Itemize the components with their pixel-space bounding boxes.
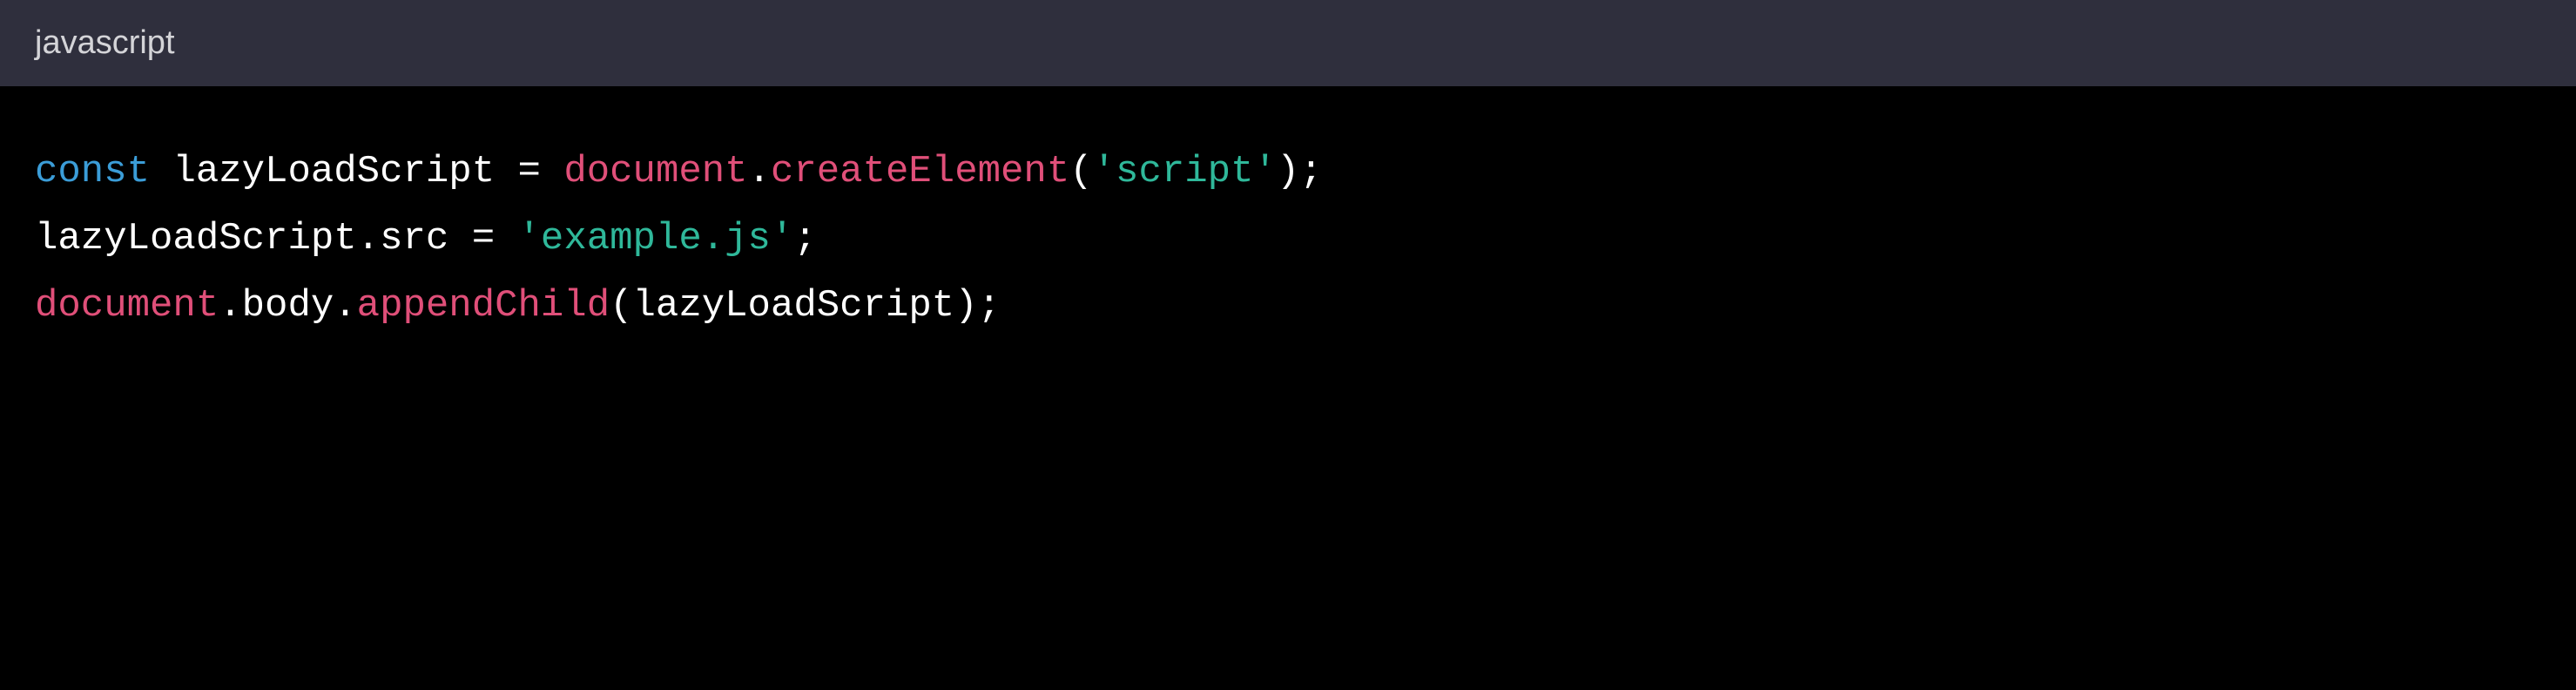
variable-arg: lazyLoadScript — [633, 284, 955, 328]
method-createElement: createElement — [771, 150, 1069, 193]
variable-name: lazyLoadScript — [172, 150, 495, 193]
code-content[interactable]: const lazyLoadScript = document.createEl… — [0, 86, 2576, 690]
keyword-const: const — [35, 150, 150, 193]
language-label: javascript — [35, 24, 175, 62]
paren-close: ) — [954, 284, 977, 328]
semicolon: ; — [1299, 150, 1322, 193]
code-line-2: lazyLoadScript.src = 'example.js'; — [35, 206, 2541, 273]
operator-equals: = — [472, 217, 495, 260]
paren-close: ) — [1277, 150, 1299, 193]
string-script: 'script' — [1093, 150, 1277, 193]
property-src: src — [380, 217, 448, 260]
object-document: document — [35, 284, 219, 328]
dot: . — [748, 150, 771, 193]
operator-equals: = — [518, 150, 541, 193]
string-example: 'example.js' — [518, 217, 794, 260]
paren-open: ( — [610, 284, 632, 328]
code-block: javascript const lazyLoadScript = docume… — [0, 0, 2576, 690]
code-line-3: document.body.appendChild(lazyLoadScript… — [35, 273, 2541, 340]
object-document: document — [563, 150, 747, 193]
property-body: body — [242, 284, 334, 328]
variable-name: lazyLoadScript — [35, 217, 357, 260]
semicolon: ; — [793, 217, 816, 260]
dot: . — [334, 284, 356, 328]
semicolon: ; — [978, 284, 1001, 328]
code-header: javascript — [0, 0, 2576, 86]
method-appendChild: appendChild — [357, 284, 610, 328]
dot: . — [219, 284, 241, 328]
paren-open: ( — [1069, 150, 1092, 193]
dot: . — [357, 217, 380, 260]
code-line-1: const lazyLoadScript = document.createEl… — [35, 139, 2541, 206]
